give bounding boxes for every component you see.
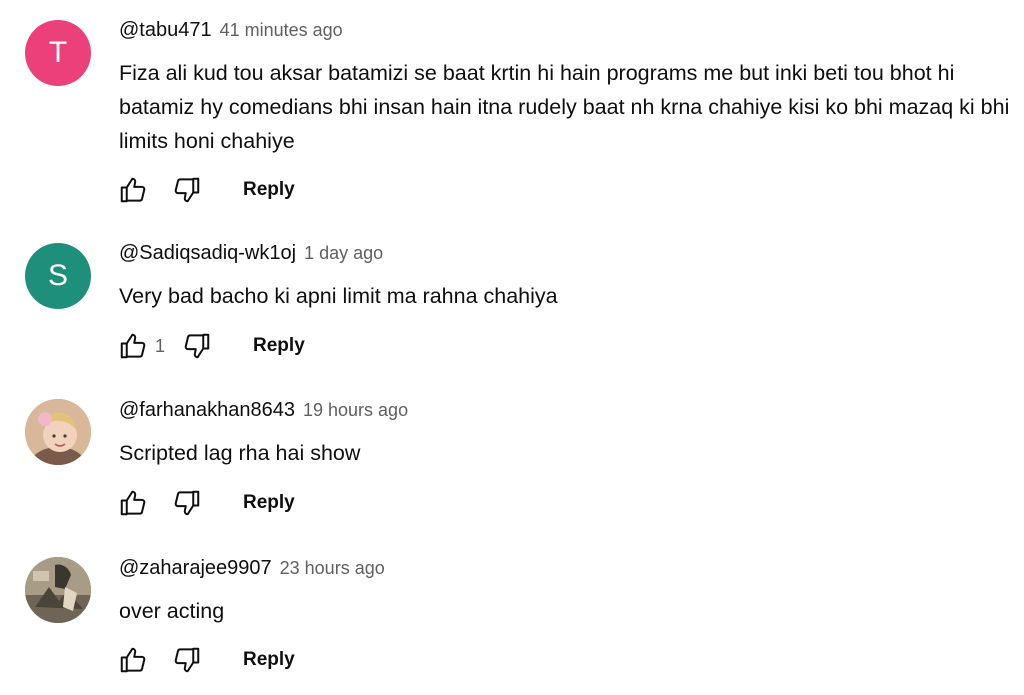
- thumbs-up-icon: [120, 177, 146, 203]
- like-button[interactable]: [115, 642, 151, 678]
- like-button[interactable]: [115, 485, 151, 521]
- profile-photo: [25, 399, 91, 465]
- thumbs-down-icon: [174, 647, 200, 673]
- comment-header: @tabu471 41 minutes ago: [119, 19, 343, 49]
- avatar[interactable]: [25, 399, 91, 465]
- dislike-button[interactable]: [169, 172, 205, 208]
- comment-actions: Reply: [115, 485, 295, 521]
- timestamp[interactable]: 1 day ago: [304, 243, 383, 264]
- like-button[interactable]: [115, 328, 151, 364]
- dislike-button[interactable]: [169, 485, 205, 521]
- thumbs-up-icon: [120, 333, 146, 359]
- reply-button[interactable]: Reply: [253, 335, 305, 357]
- comment-header: @Sadiqsadiq-wk1oj 1 day ago: [119, 242, 383, 272]
- reply-button[interactable]: Reply: [243, 649, 295, 671]
- avatar-letter: S: [47, 259, 68, 292]
- reply-button[interactable]: Reply: [243, 492, 295, 514]
- thumbs-up-icon: [120, 647, 146, 673]
- timestamp[interactable]: 23 hours ago: [280, 558, 385, 579]
- reply-button[interactable]: Reply: [243, 179, 295, 201]
- like-count: 1: [155, 335, 166, 356]
- comment-text: Fiza ali kud tou aksar batamizi se baat …: [119, 61, 1010, 153]
- author-name[interactable]: @tabu471: [119, 19, 212, 42]
- timestamp[interactable]: 19 hours ago: [303, 400, 408, 421]
- timestamp[interactable]: 41 minutes ago: [220, 20, 343, 41]
- comment-header: @farhanakhan8643 19 hours ago: [119, 399, 408, 429]
- author-name[interactable]: @Sadiqsadiq-wk1oj: [119, 242, 296, 265]
- dislike-button[interactable]: [179, 328, 215, 364]
- like-button[interactable]: [115, 172, 151, 208]
- author-name[interactable]: @zaharajee9907: [119, 557, 272, 580]
- comment-actions: 1 Reply: [115, 328, 305, 364]
- comment-text: over acting: [119, 599, 225, 623]
- thumbs-down-icon: [184, 333, 210, 359]
- comment-text: Scripted lag rha hai show: [119, 441, 361, 465]
- comment-header: @zaharajee9907 23 hours ago: [119, 557, 385, 587]
- author-name[interactable]: @farhanakhan8643: [119, 399, 295, 422]
- thumbs-down-icon: [174, 490, 200, 516]
- thumbs-down-icon: [174, 177, 200, 203]
- comment-text: Very bad bacho ki apni limit ma rahna ch…: [119, 284, 558, 308]
- avatar-letter: T: [48, 36, 68, 69]
- thumbs-up-icon: [120, 490, 146, 516]
- profile-photo: [25, 557, 91, 623]
- avatar[interactable]: S: [25, 243, 91, 309]
- comment-actions: Reply: [115, 172, 295, 208]
- avatar[interactable]: [25, 557, 91, 623]
- dislike-button[interactable]: [169, 642, 205, 678]
- avatar[interactable]: T: [25, 20, 91, 86]
- comment-actions: Reply: [115, 642, 295, 678]
